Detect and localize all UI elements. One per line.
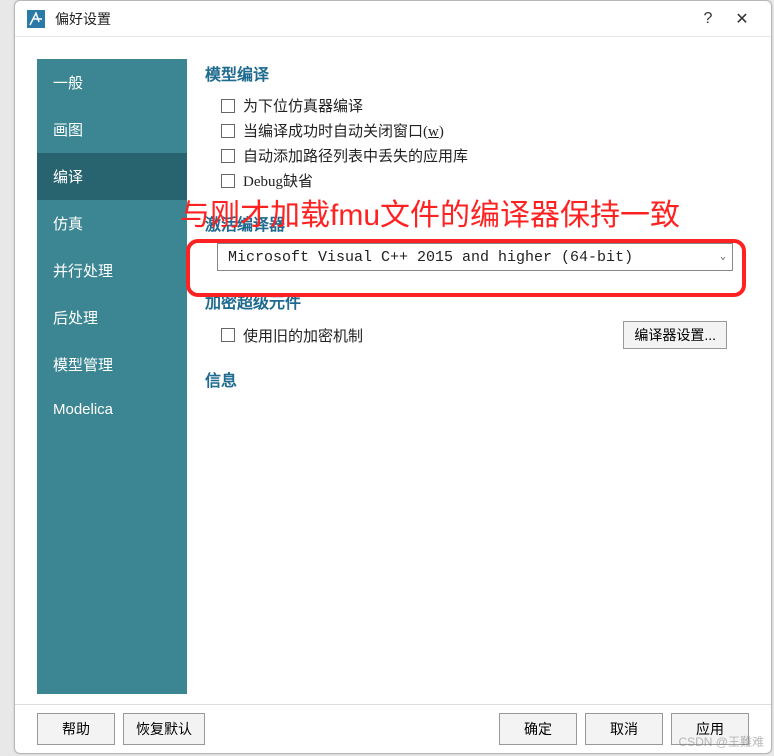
preferences-dialog: 偏好设置 ? ✕ 一般 画图 编译 仿真 并行处理 后处理 模型管理 Model… [14, 0, 772, 754]
sidebar-item-model-mgmt[interactable]: 模型管理 [37, 341, 187, 388]
opt-label: Debug缺省 [243, 170, 313, 191]
checkbox-icon[interactable] [221, 328, 235, 342]
compiler-settings-button[interactable]: 编译器设置... [623, 321, 727, 349]
sidebar-item-modelica[interactable]: Modelica [37, 388, 187, 431]
checkbox-icon[interactable] [221, 124, 235, 138]
close-icon[interactable]: ✕ [725, 9, 759, 29]
compiler-selected-value: Microsoft Visual C++ 2015 and higher (64… [228, 249, 633, 266]
app-icon [27, 10, 45, 28]
sidebar: 一般 画图 编译 仿真 并行处理 后处理 模型管理 Modelica [37, 59, 187, 694]
opt-label: 使用旧的加密机制 [243, 325, 363, 346]
sidebar-item-compile[interactable]: 编译 [37, 153, 187, 200]
main-panel: 模型编译 为下位仿真器编译 当编译成功时自动关闭窗口(w) 自动添加路径列表中丢… [187, 59, 749, 694]
opt-debug-default[interactable]: Debug缺省 [205, 168, 735, 193]
opt-auto-add-lib[interactable]: 自动添加路径列表中丢失的应用库 [205, 143, 735, 168]
sidebar-item-simulation[interactable]: 仿真 [37, 200, 187, 247]
section-model-compile: 模型编译 [205, 61, 735, 85]
content-area: 一般 画图 编译 仿真 并行处理 后处理 模型管理 Modelica 模型编译 … [15, 37, 771, 705]
sidebar-item-parallel[interactable]: 并行处理 [37, 247, 187, 294]
opt-auto-close[interactable]: 当编译成功时自动关闭窗口(w) [205, 118, 735, 143]
section-info: 信息 [205, 367, 735, 391]
checkbox-icon[interactable] [221, 174, 235, 188]
help-icon[interactable]: ? [691, 10, 725, 28]
dialog-title: 偏好设置 [55, 9, 691, 29]
opt-use-old-encrypt[interactable]: 使用旧的加密机制 [205, 323, 363, 348]
cancel-button[interactable]: 取消 [585, 713, 663, 745]
titlebar: 偏好设置 ? ✕ [15, 1, 771, 37]
button-bar: 帮助 恢复默认 确定 取消 应用 [15, 705, 771, 753]
opt-label: 为下位仿真器编译 [243, 95, 363, 116]
ok-button[interactable]: 确定 [499, 713, 577, 745]
chevron-down-icon: ⌄ [720, 251, 726, 263]
sidebar-item-plot[interactable]: 画图 [37, 106, 187, 153]
section-active-compiler: 激活编译器 [205, 211, 735, 235]
opt-label: 自动添加路径列表中丢失的应用库 [243, 145, 468, 166]
opt-compile-for-sub[interactable]: 为下位仿真器编译 [205, 93, 735, 118]
help-button[interactable]: 帮助 [37, 713, 115, 745]
sidebar-item-general[interactable]: 一般 [37, 59, 187, 106]
checkbox-icon[interactable] [221, 149, 235, 163]
compiler-select[interactable]: Microsoft Visual C++ 2015 and higher (64… [217, 243, 733, 271]
sidebar-item-postprocess[interactable]: 后处理 [37, 294, 187, 341]
apply-button[interactable]: 应用 [671, 713, 749, 745]
opt-label: 当编译成功时自动关闭窗口(w) [243, 120, 444, 141]
checkbox-icon[interactable] [221, 99, 235, 113]
restore-defaults-button[interactable]: 恢复默认 [123, 713, 205, 745]
section-encrypt: 加密超级元件 [205, 289, 735, 313]
